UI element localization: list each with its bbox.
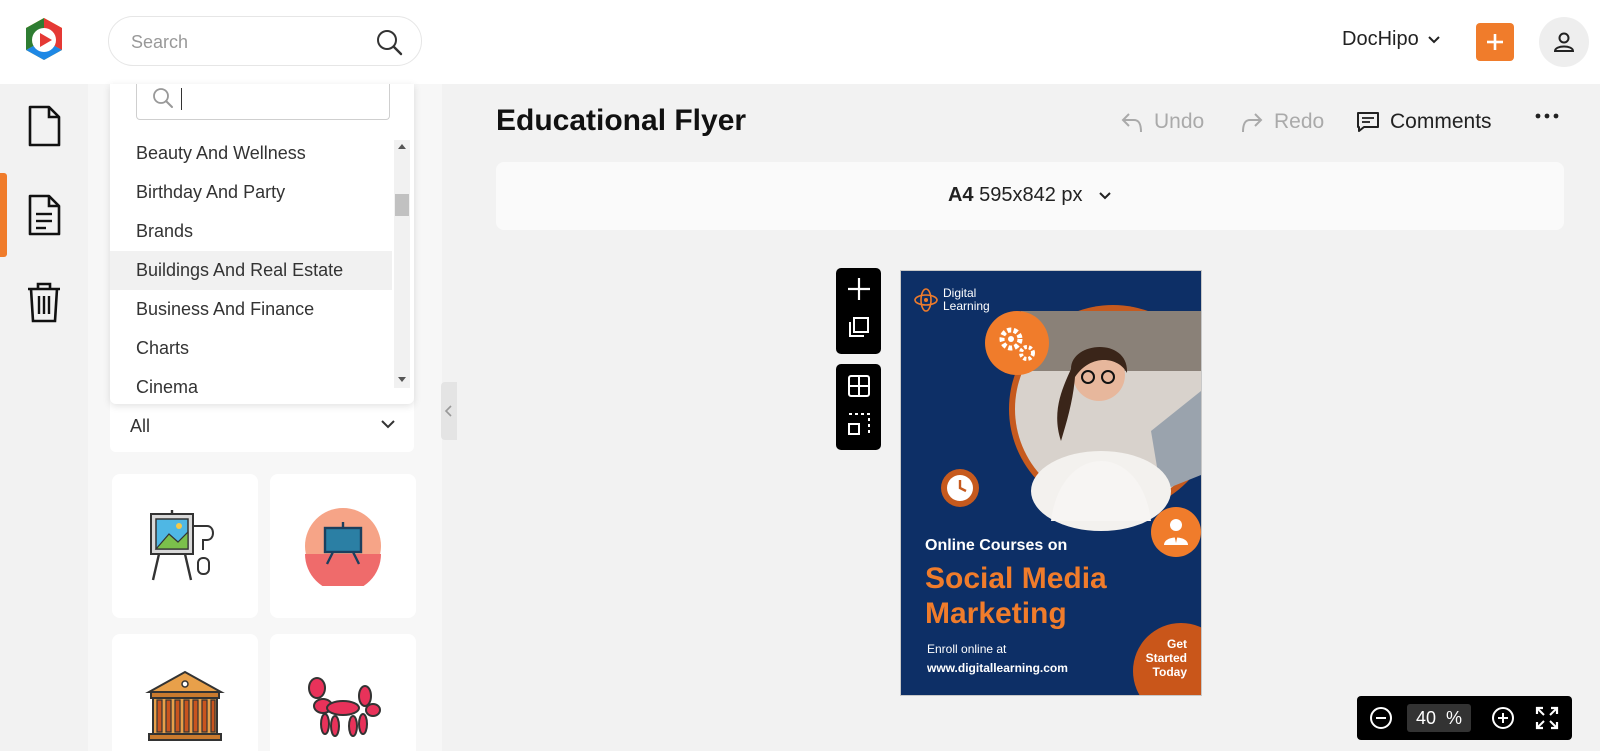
user-icon <box>1553 32 1575 52</box>
category-option[interactable]: Cinema <box>110 368 392 407</box>
flyer-heading: Online Courses on <box>925 537 1068 554</box>
chevron-down-icon <box>381 420 395 429</box>
more-options-button[interactable] <box>1534 112 1560 120</box>
flyer-cta-line1: Get <box>1166 637 1187 651</box>
category-option[interactable]: Business And Finance <box>110 290 392 329</box>
flyer-cta-badge: Get Started Today <box>1133 623 1201 695</box>
category-search[interactable] <box>136 84 390 120</box>
redo-label: Redo <box>1274 110 1325 133</box>
flyer-title-line2: Marketing <box>925 597 1067 630</box>
zoom-controls: 40 % <box>1357 696 1572 740</box>
comments-button[interactable]: Comments <box>1356 110 1492 134</box>
gears-icon <box>985 311 1049 375</box>
category-option-highlighted[interactable]: Buildings And Real Estate <box>110 251 392 290</box>
category-option[interactable]: Beauty And Wellness <box>110 134 392 173</box>
flyer-enroll-text: Enroll online at <box>927 642 1007 656</box>
plus-icon <box>1487 34 1503 50</box>
flyer-brand-line2: Learning <box>943 299 990 313</box>
scroll-thumb[interactable] <box>395 194 409 216</box>
grid-layout-icon[interactable] <box>847 374 871 398</box>
page-size-name: A4 <box>947 184 974 206</box>
whiteboard-circle-icon <box>305 508 381 586</box>
layout-toolbar <box>836 364 881 450</box>
balloon-dog-icon <box>308 677 381 737</box>
collapse-panel-button[interactable] <box>441 382 457 440</box>
chevron-left-icon <box>444 405 452 417</box>
trash-icon <box>28 282 60 323</box>
clock-icon <box>941 469 979 507</box>
bank-building-icon <box>145 670 225 741</box>
template-icon <box>28 194 61 236</box>
flyer-cta-text: Get Started Today <box>1127 637 1187 679</box>
global-search <box>108 16 422 66</box>
flyer-cta-line3: Today <box>1152 665 1187 679</box>
document-title[interactable]: Educational Flyer <box>496 104 746 138</box>
template-thumbnail[interactable] <box>270 634 416 751</box>
filter-value: All <box>130 416 151 436</box>
user-badge-icon <box>1151 507 1201 557</box>
chevron-down-icon <box>1427 35 1440 43</box>
select-area-icon[interactable] <box>847 412 871 436</box>
dochipo-logo-icon[interactable] <box>22 16 66 62</box>
undo-label: Undo <box>1154 110 1205 133</box>
undo-button[interactable]: Undo <box>1120 110 1204 134</box>
add-page-icon[interactable] <box>846 276 872 302</box>
chevron-down-icon <box>1099 192 1111 200</box>
text-caret <box>181 88 182 110</box>
search-icon <box>153 88 173 108</box>
more-horizontal-icon <box>1535 113 1559 119</box>
category-option[interactable]: Birthday And Party <box>110 173 392 212</box>
scroll-down-arrow-icon[interactable] <box>398 377 406 382</box>
document-icon <box>28 105 61 147</box>
user-avatar-button[interactable] <box>1539 17 1589 67</box>
flyer-title-line1: Social Media <box>925 562 1107 595</box>
redo-button[interactable]: Redo <box>1240 110 1324 134</box>
zoom-in-icon[interactable] <box>1491 706 1515 730</box>
rail-item-templates[interactable] <box>0 173 88 257</box>
redo-icon <box>1242 113 1263 133</box>
presentation-easel-icon <box>150 510 214 581</box>
zoom-level[interactable]: 40 % <box>1407 704 1471 732</box>
scroll-up-arrow-icon[interactable] <box>398 144 406 149</box>
account-name: DocHipo <box>1342 28 1419 50</box>
category-option[interactable]: Charts <box>110 329 392 368</box>
zoom-unit: % <box>1446 708 1463 728</box>
page-size-selector[interactable]: A4 595x842 px <box>496 162 1564 230</box>
page-size-label: A4 595x842 px <box>496 184 1564 207</box>
page-toolbar <box>836 268 881 354</box>
category-list: Beauty And Wellness Birthday And Party B… <box>110 134 392 407</box>
atom-logo-icon <box>914 288 938 312</box>
account-menu[interactable]: DocHipo <box>1342 28 1441 51</box>
templates-panel: All Beauty And Wellness Birthday And Par… <box>88 84 442 751</box>
comment-icon <box>1357 112 1379 132</box>
fullscreen-icon[interactable] <box>1535 706 1559 730</box>
rail-item-trash[interactable] <box>0 260 88 344</box>
flyer-brand: Digital Learning <box>943 287 990 313</box>
comments-label: Comments <box>1390 110 1492 133</box>
duplicate-page-icon[interactable] <box>848 316 870 338</box>
create-new-button[interactable] <box>1476 23 1514 61</box>
search-input[interactable] <box>131 29 371 55</box>
flyer-url: www.digitallearning.com <box>927 661 1068 675</box>
rail-item-documents[interactable] <box>0 84 88 168</box>
template-thumbnail[interactable] <box>112 474 258 618</box>
flyer-title: Social Media Marketing <box>925 561 1107 631</box>
page-size-dims: 595x842 px <box>979 184 1083 206</box>
top-bar: DocHipo <box>0 0 1600 84</box>
zoom-value: 40 <box>1415 708 1436 728</box>
dropdown-scrollbar[interactable] <box>394 140 410 388</box>
search-icon[interactable] <box>375 28 403 56</box>
zoom-out-icon[interactable] <box>1369 706 1393 730</box>
left-rail <box>0 84 88 751</box>
flyer-canvas[interactable]: Digital Learning Online Courses on Socia… <box>900 270 1202 696</box>
flyer-cta-line2: Started <box>1145 651 1187 665</box>
category-option[interactable]: Brands <box>110 212 392 251</box>
category-dropdown: Beauty And Wellness Birthday And Party B… <box>110 84 414 404</box>
template-thumbnail[interactable] <box>112 634 258 751</box>
template-thumbnail[interactable] <box>270 474 416 618</box>
undo-icon <box>1121 113 1142 133</box>
